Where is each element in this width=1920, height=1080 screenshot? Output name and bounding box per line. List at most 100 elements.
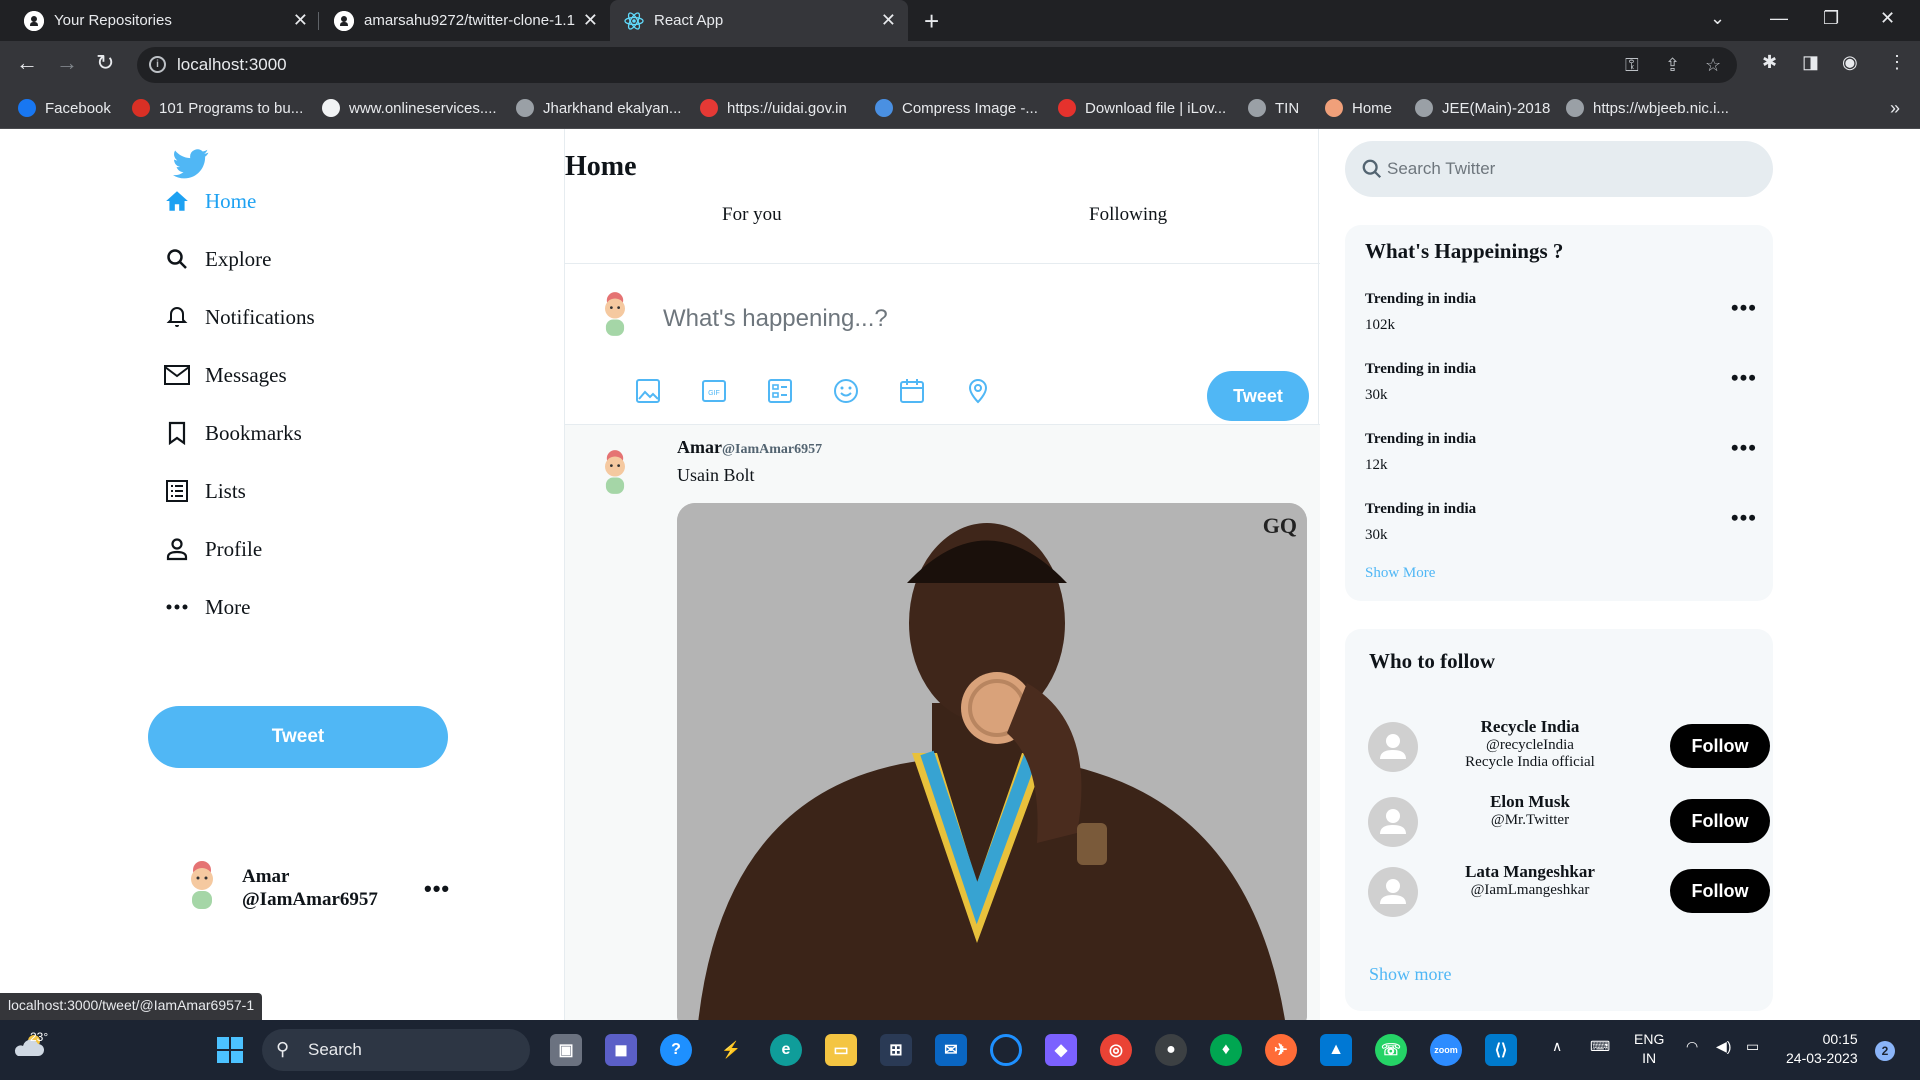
side-panel-icon[interactable]: ◨ <box>1802 52 1819 73</box>
sidebar-item-more[interactable]: More <box>163 593 251 621</box>
terminal-icon[interactable]: ⚡ <box>715 1034 747 1066</box>
profile-avatar-icon[interactable]: ◉ <box>1842 52 1858 73</box>
reload-icon[interactable]: ↻ <box>96 50 114 76</box>
bookmark-item[interactable]: JEE(Main)-2018 <box>1415 99 1550 117</box>
tab-react-app[interactable]: React App ✕ <box>610 0 908 41</box>
twitter-logo-icon[interactable] <box>173 149 209 184</box>
sidebar-item-messages[interactable]: Messages <box>163 361 287 389</box>
search-input[interactable] <box>1387 151 1757 187</box>
weather-widget[interactable]: 23° <box>12 1030 48 1061</box>
store-icon[interactable]: ⊞ <box>880 1034 912 1066</box>
start-icon[interactable] <box>214 1034 246 1066</box>
schedule-icon[interactable] <box>898 377 926 405</box>
help-icon[interactable]: ? <box>660 1034 692 1066</box>
site-info-icon[interactable]: i <box>149 56 166 73</box>
key-icon[interactable]: ⚿ <box>1625 55 1639 76</box>
post-author[interactable]: Amar@IamAmar6957 <box>677 437 822 458</box>
location-icon[interactable] <box>964 377 992 405</box>
tab-search-icon[interactable]: ⌄ <box>1710 8 1725 29</box>
bookmark-item[interactable]: Compress Image -... <box>875 99 1038 117</box>
new-tab-icon[interactable]: + <box>924 6 939 37</box>
sidebar-item-lists[interactable]: Lists <box>163 477 246 505</box>
follow-button[interactable]: Follow <box>1670 724 1770 768</box>
close-icon[interactable]: ✕ <box>881 10 896 31</box>
sidebar-item-notifications[interactable]: Notifications <box>163 303 315 331</box>
share-icon[interactable]: ⇪ <box>1665 55 1680 76</box>
image-icon[interactable] <box>634 377 662 405</box>
url-text[interactable]: localhost:3000 <box>177 55 287 75</box>
account-more-icon[interactable]: ••• <box>424 876 450 902</box>
more-icon[interactable]: ••• <box>1731 365 1757 391</box>
omnibox[interactable]: i localhost:3000 ⚿ ⇪ ☆ <box>137 47 1737 83</box>
gif-icon[interactable]: GIF <box>700 377 728 405</box>
bookmarks-overflow-icon[interactable]: » <box>1890 98 1900 119</box>
sidebar-item-profile[interactable]: Profile <box>163 535 262 563</box>
clock[interactable]: 00:15 24-03-2023 <box>1786 1030 1858 1068</box>
show-more-link[interactable]: Show more <box>1369 964 1452 985</box>
tab-twitter-clone-repo[interactable]: amarsahu9272/twitter-clone-1.1 ✕ <box>320 0 610 41</box>
minimize-icon[interactable]: — <box>1770 8 1788 29</box>
chevron-up-icon[interactable]: ∧ <box>1552 1038 1562 1055</box>
bookmark-item[interactable]: Home <box>1325 99 1392 117</box>
follow-button[interactable]: Follow <box>1670 869 1770 913</box>
forward-icon[interactable]: → <box>56 50 78 76</box>
tab-for-you[interactable]: For you <box>722 204 782 226</box>
cortana-icon[interactable] <box>990 1034 1022 1066</box>
clipchamp-icon[interactable]: ◆ <box>1045 1034 1077 1066</box>
extensions-icon[interactable]: ✱ <box>1762 52 1777 73</box>
vscode-icon[interactable]: ⟨⟩ <box>1485 1034 1517 1066</box>
more-icon[interactable]: ••• <box>1731 435 1757 461</box>
language-indicator[interactable]: ENG IN <box>1634 1030 1664 1068</box>
follow-suggestion-info[interactable]: Lata Mangeshkar @IamLmangeshkar <box>1440 862 1620 899</box>
postman-icon[interactable]: ✈ <box>1265 1034 1297 1066</box>
follow-suggestion-info[interactable]: Recycle India @recycleIndia Recycle Indi… <box>1440 717 1620 771</box>
trend-item[interactable]: Trending in india 12k ••• <box>1365 431 1757 474</box>
file-explorer-icon[interactable]: ▭ <box>825 1034 857 1066</box>
more-icon[interactable]: ••• <box>1731 505 1757 531</box>
window-close-icon[interactable]: ✕ <box>1880 8 1895 29</box>
search-box[interactable] <box>1345 141 1773 197</box>
media-player-icon[interactable]: ● <box>1155 1034 1187 1066</box>
bookmark-item[interactable]: Jharkhand ekalyan... <box>516 99 681 117</box>
bookmark-item[interactable]: Facebook <box>18 99 111 117</box>
bookmark-item[interactable]: Download file | iLov... <box>1058 99 1226 117</box>
keyboard-icon[interactable]: ⌨ <box>1590 1038 1610 1055</box>
compose-input[interactable] <box>663 299 1263 339</box>
account-switcher[interactable]: Amar @IamAmar6957 <box>180 859 378 916</box>
taskbar-search[interactable]: ⚲ Search <box>262 1029 530 1071</box>
photos-icon[interactable]: ▲ <box>1320 1034 1352 1066</box>
follow-suggestion-info[interactable]: Elon Musk @Mr.Twitter <box>1440 792 1620 829</box>
notification-badge[interactable]: 2 <box>1875 1041 1895 1061</box>
restore-icon[interactable]: ❐ <box>1823 8 1839 29</box>
mongodb-icon[interactable]: ♦ <box>1210 1034 1242 1066</box>
sidebar-item-explore[interactable]: Explore <box>163 245 271 273</box>
sidebar-item-home[interactable]: Home <box>163 187 256 215</box>
trend-item[interactable]: Trending in india 102k ••• <box>1365 291 1757 334</box>
emoji-icon[interactable] <box>832 377 860 405</box>
follow-button[interactable]: Follow <box>1670 799 1770 843</box>
volume-icon[interactable]: ◀) <box>1716 1038 1731 1055</box>
tab-following[interactable]: Following <box>1089 204 1167 226</box>
trend-item[interactable]: Trending in india 30k ••• <box>1365 361 1757 404</box>
compose-tweet-button[interactable]: Tweet <box>1207 371 1309 421</box>
zoom-icon[interactable]: zoom <box>1430 1034 1462 1066</box>
chrome-icon[interactable]: ◎ <box>1100 1034 1132 1066</box>
bookmark-item[interactable]: https://uidai.gov.in <box>700 99 847 117</box>
trend-item[interactable]: Trending in india 30k ••• <box>1365 501 1757 544</box>
post-image[interactable]: GQ <box>677 503 1307 1020</box>
poll-icon[interactable] <box>766 377 794 405</box>
edge-icon[interactable]: e <box>770 1034 802 1066</box>
close-icon[interactable]: ✕ <box>583 10 598 31</box>
bookmark-item[interactable]: TIN <box>1248 99 1299 117</box>
tab-your-repositories[interactable]: Your Repositories ✕ <box>10 0 320 41</box>
star-icon[interactable]: ☆ <box>1705 55 1721 76</box>
bookmark-item[interactable]: 101 Programs to bu... <box>132 99 303 117</box>
more-icon[interactable]: ••• <box>1731 295 1757 321</box>
whatsapp-icon[interactable]: ☏ <box>1375 1034 1407 1066</box>
task-view-icon[interactable]: ▣ <box>550 1034 582 1066</box>
battery-icon[interactable]: ▭ <box>1746 1038 1759 1055</box>
bookmark-item[interactable]: https://wbjeeb.nic.i... <box>1566 99 1729 117</box>
back-icon[interactable]: ← <box>16 50 38 76</box>
wifi-icon[interactable]: ◠ <box>1686 1038 1698 1055</box>
chat-icon[interactable]: ◼ <box>605 1034 637 1066</box>
